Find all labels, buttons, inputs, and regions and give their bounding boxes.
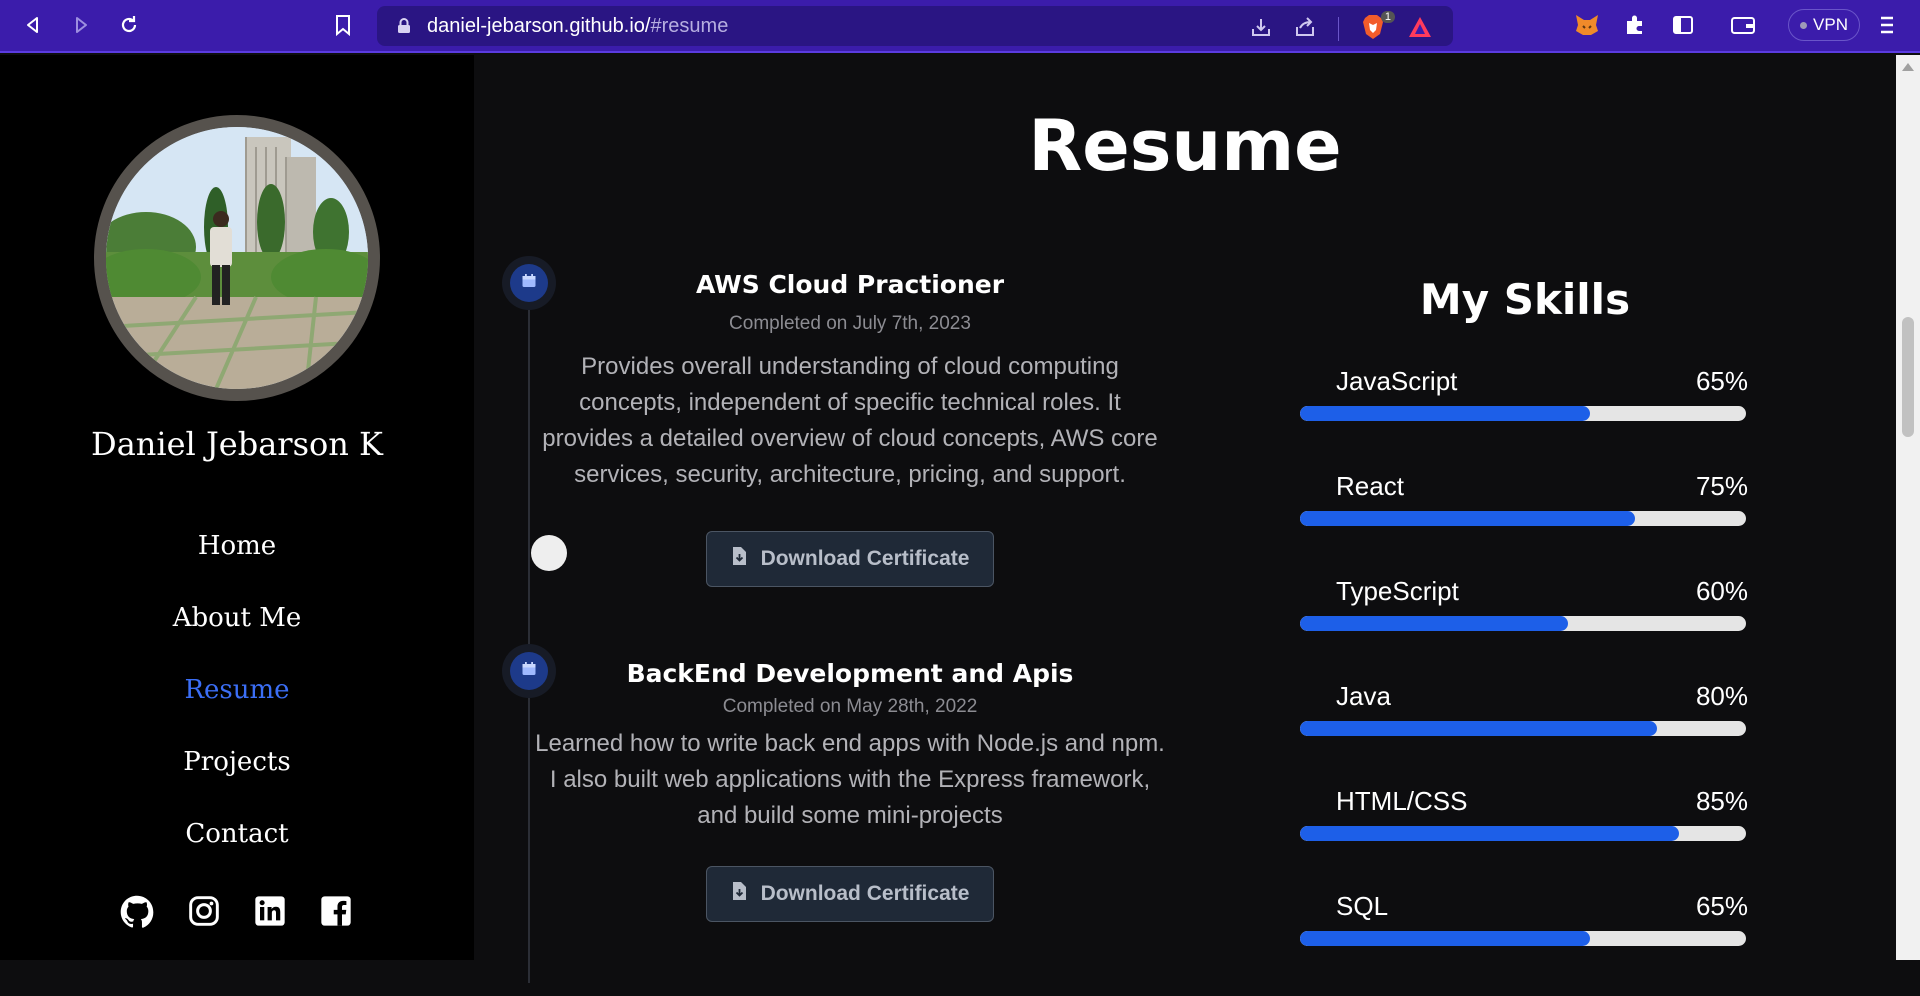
file-download-icon	[731, 881, 747, 907]
profile-name: Daniel Jebarson K	[91, 425, 383, 463]
skill-percent: 80%	[1695, 681, 1748, 711]
profile-photo	[106, 127, 368, 389]
resume-section: Resume AWS Cloud Practioner Completed on…	[474, 55, 1896, 983]
back-icon[interactable]	[20, 12, 46, 38]
skill-progress-fill	[1300, 931, 1590, 946]
skill-percent: 75%	[1695, 471, 1748, 501]
skill-name: JavaScript	[1336, 366, 1458, 396]
vpn-label: VPN	[1813, 15, 1848, 34]
github-icon[interactable]	[120, 895, 154, 933]
entry-date: Completed on May 28th, 2022	[722, 696, 978, 717]
skills-panel: My Skills JavaScript 65% React 75% TypeScrip…	[1300, 275, 1750, 996]
entry-description: Learned how to write back end apps with …	[535, 730, 1165, 829]
skills-list: JavaScript 65% React 75% TypeScript 60% Java 80…	[1300, 366, 1750, 996]
skill-progress-bar	[1300, 616, 1746, 631]
page-scrollbar[interactable]	[1896, 55, 1920, 960]
skill-percent: 65%	[1695, 891, 1748, 921]
page-title: Resume	[1028, 105, 1342, 187]
sidebar-toggle-icon[interactable]	[1670, 12, 1696, 38]
skill-progress-bar	[1300, 721, 1746, 736]
skill-progress-fill	[1300, 406, 1590, 421]
skill-name: TypeScript	[1336, 576, 1459, 606]
extensions-icon[interactable]	[1622, 12, 1648, 38]
timeline-entry: AWS Cloud Practioner Completed on July 7…	[530, 270, 1170, 587]
skill-row: HTML/CSS 85%	[1300, 786, 1750, 891]
nav-about-me[interactable]: About Me	[0, 582, 474, 654]
skill-name: SQL	[1336, 891, 1389, 921]
scrollbar-thumb[interactable]	[1902, 317, 1914, 437]
skill-progress-fill	[1300, 616, 1568, 631]
skill-percent: 85%	[1695, 786, 1748, 816]
avatar	[94, 115, 380, 401]
facebook-icon[interactable]	[320, 895, 352, 933]
sidebar: Daniel Jebarson K Home About Me Resume P…	[0, 55, 474, 960]
button-label: Download Certificate	[760, 547, 970, 570]
entry-description: Provides overall understanding of cloud …	[542, 353, 1158, 488]
skill-progress-bar	[1300, 826, 1746, 841]
skill-row: TypeScript 60%	[1300, 576, 1750, 681]
skill-name: Java	[1336, 681, 1391, 711]
linkedin-icon[interactable]	[254, 895, 286, 933]
skill-percent: 65%	[1695, 366, 1748, 396]
lock-icon	[397, 18, 411, 38]
wallet-icon[interactable]	[1730, 12, 1756, 38]
shields-count-badge: 1	[1380, 11, 1395, 23]
skill-row: SQL 65%	[1300, 891, 1750, 996]
brave-shields-icon[interactable]: 1	[1361, 11, 1395, 44]
address-bar[interactable]: daniel-jebarson.github.io/#resume 1	[377, 6, 1453, 46]
entry-title: AWS Cloud Practioner	[695, 270, 1005, 299]
metamask-icon[interactable]	[1574, 12, 1600, 38]
skill-progress-bar	[1300, 511, 1746, 526]
divider	[1338, 17, 1339, 41]
nav-projects[interactable]: Projects	[0, 726, 474, 798]
nav-resume[interactable]: Resume	[0, 654, 474, 726]
url-text: daniel-jebarson.github.io/#resume	[427, 15, 729, 37]
brave-rewards-icon[interactable]	[1407, 15, 1433, 43]
skill-progress-fill	[1300, 721, 1657, 736]
skill-name: HTML/CSS	[1336, 786, 1468, 816]
skill-percent: 60%	[1695, 576, 1748, 606]
skill-row: Java 80%	[1300, 681, 1750, 786]
skill-progress-bar	[1300, 931, 1746, 946]
download-certificate-button[interactable]: Download Certificate	[705, 866, 995, 922]
skill-progress-fill	[1300, 826, 1680, 841]
browser-toolbar: daniel-jebarson.github.io/#resume 1 VPN	[0, 0, 1920, 53]
vpn-button[interactable]: VPN	[1788, 9, 1860, 41]
bookmark-icon[interactable]	[330, 12, 356, 38]
skill-row: JavaScript 65%	[1300, 366, 1750, 471]
download-certificate-button[interactable]: Download Certificate	[705, 531, 995, 587]
button-label: Download Certificate	[760, 882, 970, 905]
skill-row: React 75%	[1300, 471, 1750, 576]
reload-icon[interactable]	[116, 12, 142, 38]
forward-icon[interactable]	[68, 12, 94, 38]
entry-title: BackEnd Development and Apis	[626, 659, 1074, 688]
file-download-icon	[731, 546, 747, 572]
nav-contact[interactable]: Contact	[0, 798, 474, 870]
nav-home[interactable]: Home	[0, 510, 474, 582]
timeline-entry: BackEnd Development and Apis Completed o…	[530, 659, 1170, 922]
install-icon[interactable]	[1250, 16, 1272, 42]
skill-progress-bar	[1300, 406, 1746, 421]
social-links	[120, 895, 352, 933]
skills-title: My Skills	[1419, 275, 1631, 324]
vpn-status-dot	[1800, 21, 1808, 29]
entry-date: Completed on July 7th, 2023	[729, 313, 971, 334]
instagram-icon[interactable]	[188, 895, 220, 933]
scroll-up-arrow[interactable]	[1902, 63, 1914, 71]
skill-name: React	[1336, 471, 1404, 501]
menu-icon[interactable]	[1874, 12, 1900, 38]
main-nav: Home About Me Resume Projects Contact	[0, 510, 474, 870]
skill-progress-fill	[1300, 511, 1635, 526]
share-icon[interactable]	[1294, 16, 1316, 42]
